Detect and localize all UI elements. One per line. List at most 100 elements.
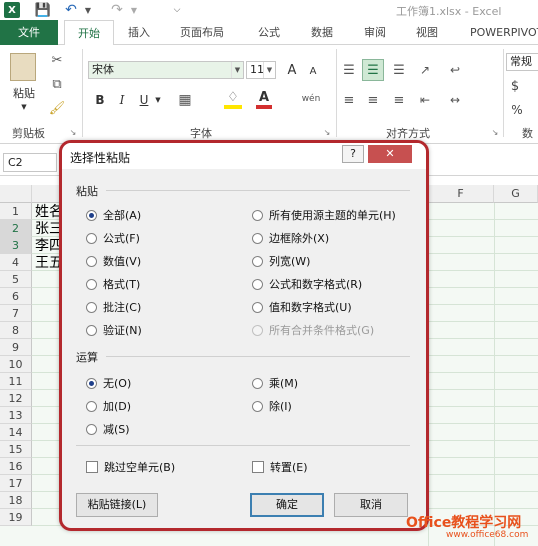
paste-option-formulas-number-formats[interactable]: 公式和数字格式(R) bbox=[252, 276, 362, 292]
redo-icon[interactable]: ↷ bbox=[110, 2, 124, 18]
row-header[interactable]: 2 bbox=[0, 220, 32, 237]
tab-file[interactable]: 文件 bbox=[0, 20, 58, 45]
paste-option-formulas[interactable]: 公式(F) bbox=[86, 230, 140, 246]
align-middle-icon[interactable]: ☰ bbox=[362, 59, 384, 81]
grow-font-button[interactable]: A bbox=[284, 61, 300, 79]
underline-button[interactable]: U bbox=[136, 91, 152, 109]
row-header[interactable]: 9 bbox=[0, 339, 32, 356]
undo-dropdown-icon[interactable]: ▼ bbox=[84, 2, 92, 18]
row-header[interactable]: 10 bbox=[0, 356, 32, 373]
radio-icon[interactable] bbox=[86, 400, 97, 412]
tab-data[interactable]: 数据 bbox=[311, 20, 333, 45]
italic-button[interactable]: I bbox=[114, 91, 130, 109]
paste-button[interactable]: 粘贴 bbox=[8, 85, 40, 101]
row-header[interactable]: 1 bbox=[0, 203, 32, 220]
select-all-corner[interactable] bbox=[0, 185, 32, 203]
shrink-font-button[interactable]: A bbox=[306, 63, 320, 79]
align-bottom-icon[interactable]: ☰ bbox=[390, 61, 408, 79]
radio-icon[interactable] bbox=[252, 301, 263, 313]
radio-icon[interactable] bbox=[86, 278, 97, 290]
row-header[interactable]: 12 bbox=[0, 390, 32, 407]
operation-multiply[interactable]: 乘(M) bbox=[252, 375, 298, 391]
tab-review[interactable]: 审阅 bbox=[364, 20, 386, 45]
radio-icon[interactable] bbox=[86, 423, 97, 435]
radio-icon[interactable] bbox=[252, 232, 263, 244]
phonetic-guide-button[interactable]: wén bbox=[298, 89, 324, 109]
redo-dropdown-icon[interactable]: ▼ bbox=[130, 2, 138, 18]
save-icon[interactable]: 💾 bbox=[35, 2, 51, 18]
font-color-icon[interactable]: A bbox=[256, 89, 272, 109]
radio-icon[interactable] bbox=[252, 377, 263, 389]
copy-icon[interactable]: ⧉ bbox=[48, 75, 66, 93]
radio-icon[interactable] bbox=[86, 255, 97, 267]
alignment-launcher-icon[interactable]: ↘ bbox=[490, 127, 500, 137]
paste-link-button[interactable]: 粘贴链接(L) bbox=[76, 493, 158, 517]
cut-icon[interactable]: ✂ bbox=[48, 51, 66, 69]
orientation-icon[interactable]: ↗ bbox=[414, 61, 436, 79]
paste-option-comments[interactable]: 批注(C) bbox=[86, 299, 141, 315]
paste-option-formats[interactable]: 格式(T) bbox=[86, 276, 140, 292]
font-size-select[interactable]: 11 ▼ bbox=[246, 61, 276, 79]
tab-home[interactable]: 开始 bbox=[64, 20, 114, 46]
tab-formulas[interactable]: 公式 bbox=[258, 20, 280, 45]
number-format-select[interactable]: 常规 bbox=[506, 53, 538, 71]
radio-icon[interactable] bbox=[252, 255, 263, 267]
tab-insert[interactable]: 插入 bbox=[128, 20, 150, 45]
checkbox-icon[interactable] bbox=[86, 461, 98, 473]
radio-icon[interactable] bbox=[86, 232, 97, 244]
row-header[interactable]: 7 bbox=[0, 305, 32, 322]
paste-option-source-theme[interactable]: 所有使用源主题的单元(H) bbox=[252, 207, 396, 223]
operation-add[interactable]: 加(D) bbox=[86, 398, 131, 414]
tab-powerpivot[interactable]: POWERPIVOT bbox=[470, 20, 538, 45]
radio-icon[interactable] bbox=[252, 278, 263, 290]
row-header[interactable]: 19 bbox=[0, 509, 32, 526]
close-button[interactable]: ✕ bbox=[368, 145, 412, 163]
border-icon[interactable]: ▦ bbox=[174, 91, 196, 109]
operation-divide[interactable]: 除(I) bbox=[252, 398, 292, 414]
tab-view[interactable]: 视图 bbox=[416, 20, 438, 45]
merge-center-icon[interactable]: ↔ bbox=[444, 91, 466, 109]
row-header[interactable]: 4 bbox=[0, 254, 32, 271]
paste-option-except-borders[interactable]: 边框除外(X) bbox=[252, 230, 329, 246]
align-right-icon[interactable]: ≡ bbox=[390, 91, 408, 109]
row-header[interactable]: 16 bbox=[0, 458, 32, 475]
fill-color-icon[interactable]: ♢ bbox=[224, 89, 242, 109]
paste-option-values-number-formats[interactable]: 值和数字格式(U) bbox=[252, 299, 352, 315]
column-header-f[interactable]: F bbox=[428, 185, 494, 203]
underline-dropdown-icon[interactable]: ▼ bbox=[154, 93, 162, 107]
radio-selected-icon[interactable] bbox=[86, 209, 97, 221]
decrease-indent-icon[interactable]: ⇤ bbox=[414, 91, 436, 109]
tab-page-layout[interactable]: 页面布局 bbox=[180, 20, 224, 45]
format-painter-icon[interactable]: 🖌 bbox=[48, 99, 66, 117]
paste-option-validation[interactable]: 验证(N) bbox=[86, 322, 142, 338]
row-header[interactable]: 17 bbox=[0, 475, 32, 492]
paste-option-all[interactable]: 全部(A) bbox=[86, 207, 141, 223]
paste-dropdown-icon[interactable]: ▼ bbox=[20, 103, 28, 111]
row-header[interactable]: 11 bbox=[0, 373, 32, 390]
radio-icon[interactable] bbox=[86, 324, 97, 336]
customize-quick-access-icon[interactable]: ⌵ bbox=[172, 2, 182, 18]
checkbox-icon[interactable] bbox=[252, 461, 264, 473]
row-header[interactable]: 5 bbox=[0, 271, 32, 288]
row-header[interactable]: 14 bbox=[0, 424, 32, 441]
column-header-g[interactable]: G bbox=[494, 185, 538, 203]
row-header[interactable]: 13 bbox=[0, 407, 32, 424]
transpose-checkbox[interactable]: 转置(E) bbox=[252, 459, 308, 475]
align-center-icon[interactable]: ≡ bbox=[364, 91, 382, 109]
paste-clipboard-icon[interactable] bbox=[10, 53, 36, 81]
currency-button[interactable]: $ bbox=[508, 77, 522, 95]
align-left-icon[interactable]: ≡ bbox=[340, 91, 358, 109]
row-header[interactable]: 8 bbox=[0, 322, 32, 339]
name-box[interactable]: C2 bbox=[3, 153, 57, 172]
align-top-icon[interactable]: ☰ bbox=[340, 61, 358, 79]
help-button[interactable]: ? bbox=[342, 145, 364, 163]
paste-option-values[interactable]: 数值(V) bbox=[86, 253, 141, 269]
wrap-text-icon[interactable]: ↩ bbox=[444, 61, 466, 79]
skip-blanks-checkbox[interactable]: 跳过空单元(B) bbox=[86, 459, 175, 475]
row-header[interactable]: 15 bbox=[0, 441, 32, 458]
font-name-select[interactable]: 宋体 ▼ bbox=[88, 61, 244, 79]
paste-option-column-widths[interactable]: 列宽(W) bbox=[252, 253, 310, 269]
radio-selected-icon[interactable] bbox=[86, 377, 97, 389]
row-header[interactable]: 18 bbox=[0, 492, 32, 509]
radio-icon[interactable] bbox=[252, 400, 263, 412]
